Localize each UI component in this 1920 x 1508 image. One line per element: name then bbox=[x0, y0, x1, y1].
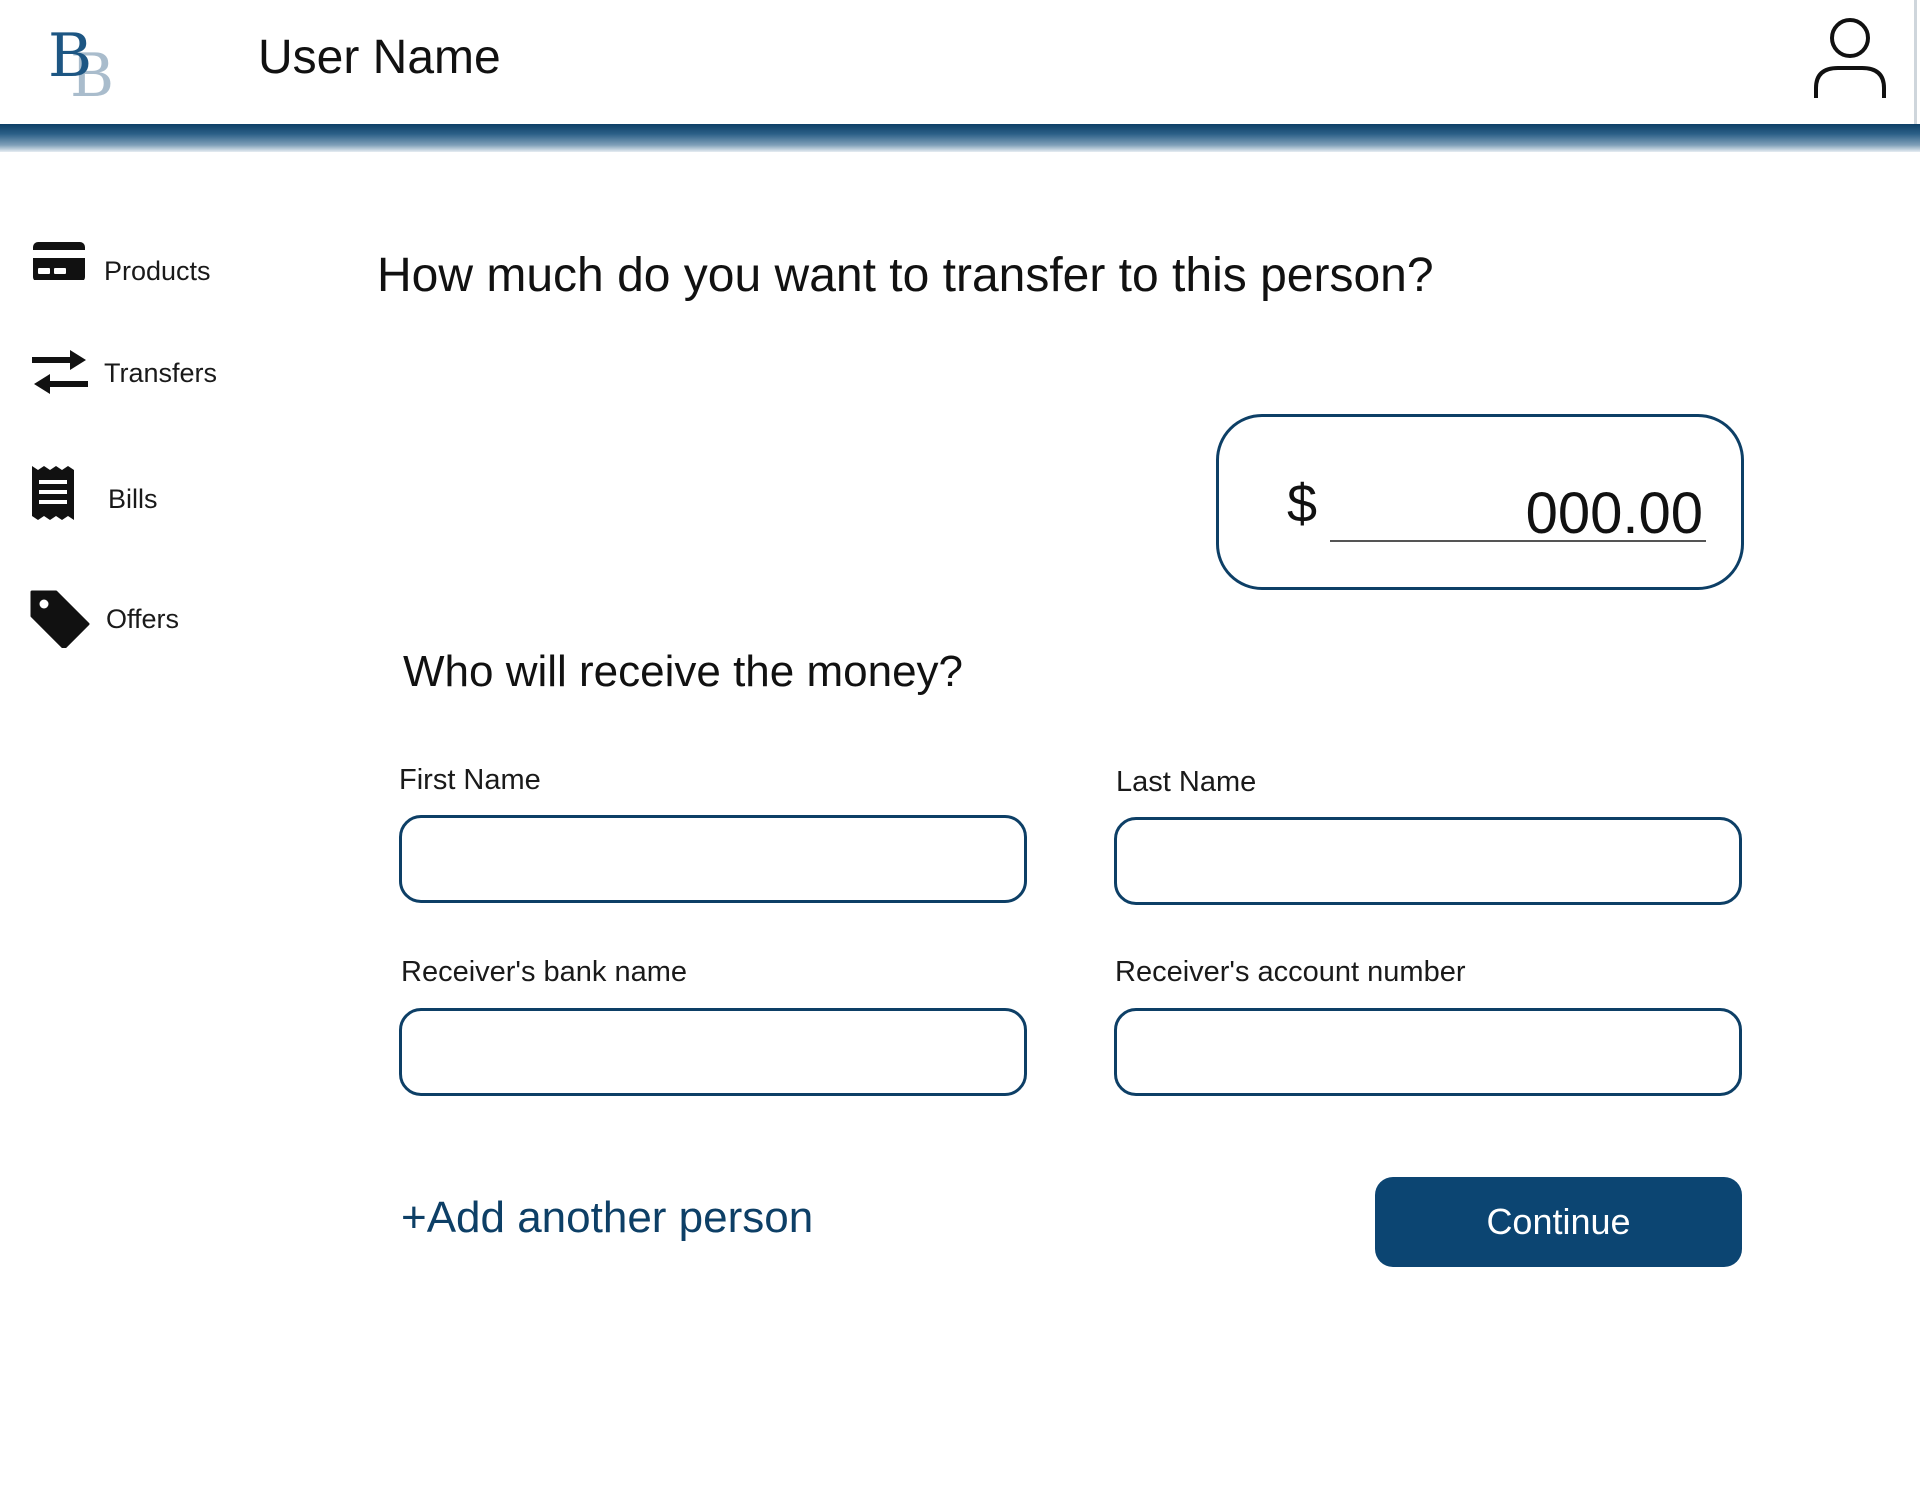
bank-name-field[interactable] bbox=[399, 1008, 1027, 1096]
sidebar-item-offers[interactable]: Offers bbox=[30, 588, 270, 650]
app-header: B B User Name bbox=[0, 0, 1920, 124]
account-number-field[interactable] bbox=[1114, 1008, 1742, 1096]
first-name-field[interactable] bbox=[399, 815, 1027, 903]
transfer-arrows-icon bbox=[30, 340, 90, 400]
credit-card-icon bbox=[30, 220, 90, 282]
user-name: User Name bbox=[258, 31, 501, 84]
sidebar-item-label: Bills bbox=[108, 484, 158, 514]
amount-value[interactable]: 000.00 bbox=[1526, 485, 1703, 543]
user-outline-icon[interactable] bbox=[1812, 16, 1888, 104]
receipt-icon bbox=[30, 464, 90, 524]
sidebar-item-transfers[interactable]: Transfers bbox=[30, 340, 270, 400]
last-name-label: Last Name bbox=[1116, 766, 1257, 798]
first-name-label: First Name bbox=[399, 764, 541, 796]
account-number-label: Receiver's account number bbox=[1115, 956, 1466, 988]
sidebar-item-label: Offers bbox=[106, 604, 180, 634]
sidebar-item-label: Products bbox=[104, 256, 211, 286]
continue-button[interactable]: Continue bbox=[1375, 1177, 1742, 1267]
brand-logo[interactable]: B B bbox=[48, 26, 118, 110]
sidebar-item-label: Transfers bbox=[104, 358, 218, 388]
currency-symbol: $ bbox=[1287, 474, 1318, 534]
amount-underline bbox=[1330, 540, 1706, 542]
tag-icon bbox=[30, 588, 90, 650]
header-edge-divider bbox=[1914, 0, 1917, 124]
transfer-page: B B User Name Products Transfers Bills O… bbox=[0, 0, 1920, 1508]
sidebar-item-bills[interactable]: Bills bbox=[30, 464, 270, 524]
header-accent-bar bbox=[0, 124, 1920, 152]
sidebar-item-products[interactable]: Products bbox=[30, 220, 270, 285]
bank-name-label: Receiver's bank name bbox=[401, 956, 688, 988]
last-name-field[interactable] bbox=[1114, 817, 1742, 905]
page-title: How much do you want to transfer to this… bbox=[377, 249, 1434, 302]
logo-letter-primary: B bbox=[48, 21, 93, 91]
receiver-section-title: Who will receive the money? bbox=[403, 647, 964, 696]
add-another-person-link[interactable]: +Add another person bbox=[401, 1196, 813, 1240]
amount-input-box[interactable]: $ 000.00 bbox=[1216, 414, 1744, 590]
